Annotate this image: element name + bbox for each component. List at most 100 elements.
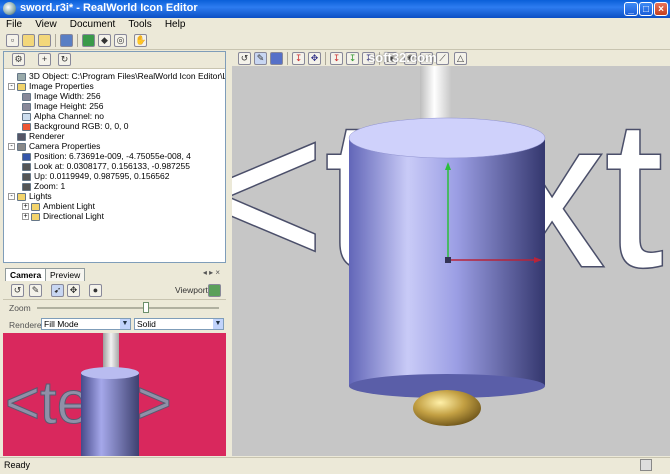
- menu-help[interactable]: Help: [161, 18, 190, 32]
- rotate-view-icon[interactable]: ↺: [238, 52, 251, 65]
- tree-item-label: 3D Object: C:\Program Files\RealWorld Ic…: [29, 71, 225, 81]
- target-icon: [22, 162, 31, 171]
- camera-toolbar: ↺ ✎ ➹ ✥ ● Viewport: [3, 281, 226, 300]
- tree-item-label: Image Width: 256: [34, 91, 101, 101]
- rotate-icon[interactable]: ↺: [11, 284, 24, 297]
- status-text: Ready: [4, 460, 31, 470]
- viewport-label: Viewport: [175, 285, 208, 295]
- pointer-icon[interactable]: ➹: [51, 284, 64, 297]
- tree-item[interactable]: Renderer: [8, 131, 64, 141]
- viewport-menu-icon[interactable]: [208, 284, 221, 297]
- chevron-down-icon: ▼: [213, 319, 223, 329]
- tree-item-label: Position: 6.73691e-009, -4.75055e-008, 4: [34, 151, 191, 161]
- expand-icon[interactable]: +: [22, 213, 29, 221]
- tree-item-label: Image Height: 256: [34, 101, 104, 111]
- tree-item-label: Directional Light: [43, 211, 104, 221]
- maximize-button[interactable]: □: [639, 2, 653, 16]
- collapse-icon[interactable]: -: [8, 193, 15, 201]
- menu-file[interactable]: File: [2, 18, 26, 32]
- render-icon[interactable]: [82, 34, 95, 47]
- tree-item[interactable]: Zoom: 1: [22, 181, 65, 191]
- viewport-toolbar: ↺ ✎ ↧ ✥ ↧ ↧ ↧ ▣ ✺ ⟋ ⟋ △ soft32.com: [232, 50, 670, 66]
- 3d-viewport[interactable]: <text>: [232, 66, 670, 456]
- lights-icon: [17, 192, 26, 201]
- axis-y-icon[interactable]: ↧: [346, 52, 359, 65]
- axis-x-icon[interactable]: ↧: [330, 52, 343, 65]
- title-bar: sword.r3i* - RealWorld Icon Editor _ □ ×: [0, 0, 670, 18]
- properties-toolbar: ⚙ + ↻: [4, 52, 225, 69]
- tree-item-label: Alpha Channel: no: [34, 111, 104, 121]
- image-icon: [17, 82, 26, 91]
- menu-view[interactable]: View: [31, 18, 61, 32]
- tree-item[interactable]: - Camera Properties: [8, 141, 100, 151]
- tab-camera[interactable]: Camera: [5, 268, 47, 281]
- light-tool-icon[interactable]: ●: [89, 284, 102, 297]
- menu-bar: File View Document Tools Help: [0, 18, 670, 32]
- app-icon[interactable]: [3, 2, 16, 15]
- status-layers-icon[interactable]: [640, 459, 652, 471]
- add-object-icon[interactable]: +: [38, 53, 51, 66]
- tree-item[interactable]: Alpha Channel: no: [22, 111, 104, 121]
- collapse-icon[interactable]: -: [8, 83, 15, 91]
- up-icon: [22, 172, 31, 181]
- fill-mode-select[interactable]: Fill Mode ▼: [41, 318, 131, 330]
- tree-item[interactable]: Position: 6.73691e-009, -4.75055e-008, 4: [22, 151, 191, 161]
- move-icon[interactable]: ↧: [292, 52, 305, 65]
- shading-select[interactable]: Solid ▼: [134, 318, 224, 330]
- tree-item[interactable]: - Image Properties: [8, 81, 94, 91]
- eye-icon: [22, 152, 31, 161]
- tree-item-label: Zoom: 1: [34, 181, 66, 191]
- warning-icon[interactable]: △: [454, 52, 467, 65]
- status-bar: Ready: [0, 457, 670, 474]
- tree-item-label: Image Properties: [29, 81, 94, 91]
- tree-item[interactable]: 3D Object: C:\Program Files\RealWorld Ic…: [8, 71, 225, 81]
- open-folder-icon[interactable]: [22, 34, 35, 47]
- open-recent-icon[interactable]: [38, 34, 51, 47]
- tree-item[interactable]: + Ambient Light: [22, 201, 95, 211]
- window-title: sword.r3i* - RealWorld Icon Editor: [20, 2, 198, 14]
- tab-preview[interactable]: Preview: [45, 268, 86, 281]
- scale-icon[interactable]: ✥: [308, 52, 321, 65]
- tree-item[interactable]: - Lights: [8, 191, 52, 201]
- zoom-slider-track[interactable]: [37, 307, 219, 309]
- transform-icon[interactable]: ✎: [254, 52, 267, 65]
- tree-item[interactable]: Image Height: 256: [22, 101, 103, 111]
- tree-item-label: Camera Properties: [29, 141, 101, 151]
- menu-document[interactable]: Document: [66, 18, 120, 32]
- renderer-label: Renderer: [9, 320, 45, 330]
- tab-scroll-arrows[interactable]: ◂ ▸ ×: [203, 268, 220, 277]
- tree-item[interactable]: Look at: 0.0308177, 0.156133, -0.987255: [22, 161, 190, 171]
- pan-icon[interactable]: ✥: [67, 284, 80, 297]
- new-icon[interactable]: ▫: [6, 34, 19, 47]
- expand-icon[interactable]: +: [22, 203, 29, 211]
- width-icon: [22, 92, 31, 101]
- tree-item-label: Up: 0.0119949, 0.987595, 0.156562: [34, 171, 170, 181]
- tree-item[interactable]: + Directional Light: [22, 211, 104, 221]
- tree-item[interactable]: Up: 0.0119949, 0.987595, 0.156562: [22, 171, 170, 181]
- close-button[interactable]: ×: [654, 2, 668, 16]
- preview-icon[interactable]: ◎: [114, 34, 127, 47]
- panel-tabs: Camera Preview ◂ ▸ ×: [3, 266, 226, 281]
- refresh-icon[interactable]: ↻: [58, 53, 71, 66]
- save-icon[interactable]: [60, 34, 73, 47]
- main-toolbar: ▫ ◆ ◎ ✋: [0, 32, 670, 50]
- sphere-icon[interactable]: [270, 52, 283, 65]
- wrench-icon[interactable]: ✎: [29, 284, 42, 297]
- tree-item[interactable]: Image Width: 256: [22, 91, 101, 101]
- object-menu-icon[interactable]: ⚙: [12, 53, 25, 66]
- minimize-button[interactable]: _: [624, 2, 638, 16]
- scene-canvas: <text>: [232, 66, 670, 426]
- menu-tools[interactable]: Tools: [124, 18, 155, 32]
- preview-panel: <text>: [3, 333, 226, 456]
- hand-icon[interactable]: ✋: [134, 34, 147, 47]
- collapse-icon[interactable]: -: [8, 143, 15, 151]
- zoom-slider-thumb[interactable]: [143, 302, 150, 313]
- tree-item[interactable]: Background RGB: 0, 0, 0: [22, 121, 129, 131]
- panel-splitter[interactable]: [227, 50, 231, 456]
- picker-icon[interactable]: ⟋: [436, 52, 449, 65]
- zoom-row: Zoom: [3, 300, 226, 316]
- export-icon[interactable]: ◆: [98, 34, 111, 47]
- watermark-text: soft32.com: [368, 50, 437, 65]
- alpha-icon: [22, 112, 31, 121]
- properties-panel: ⚙ + ↻ 3D Object: C:\Program Files\RealWo…: [3, 51, 226, 263]
